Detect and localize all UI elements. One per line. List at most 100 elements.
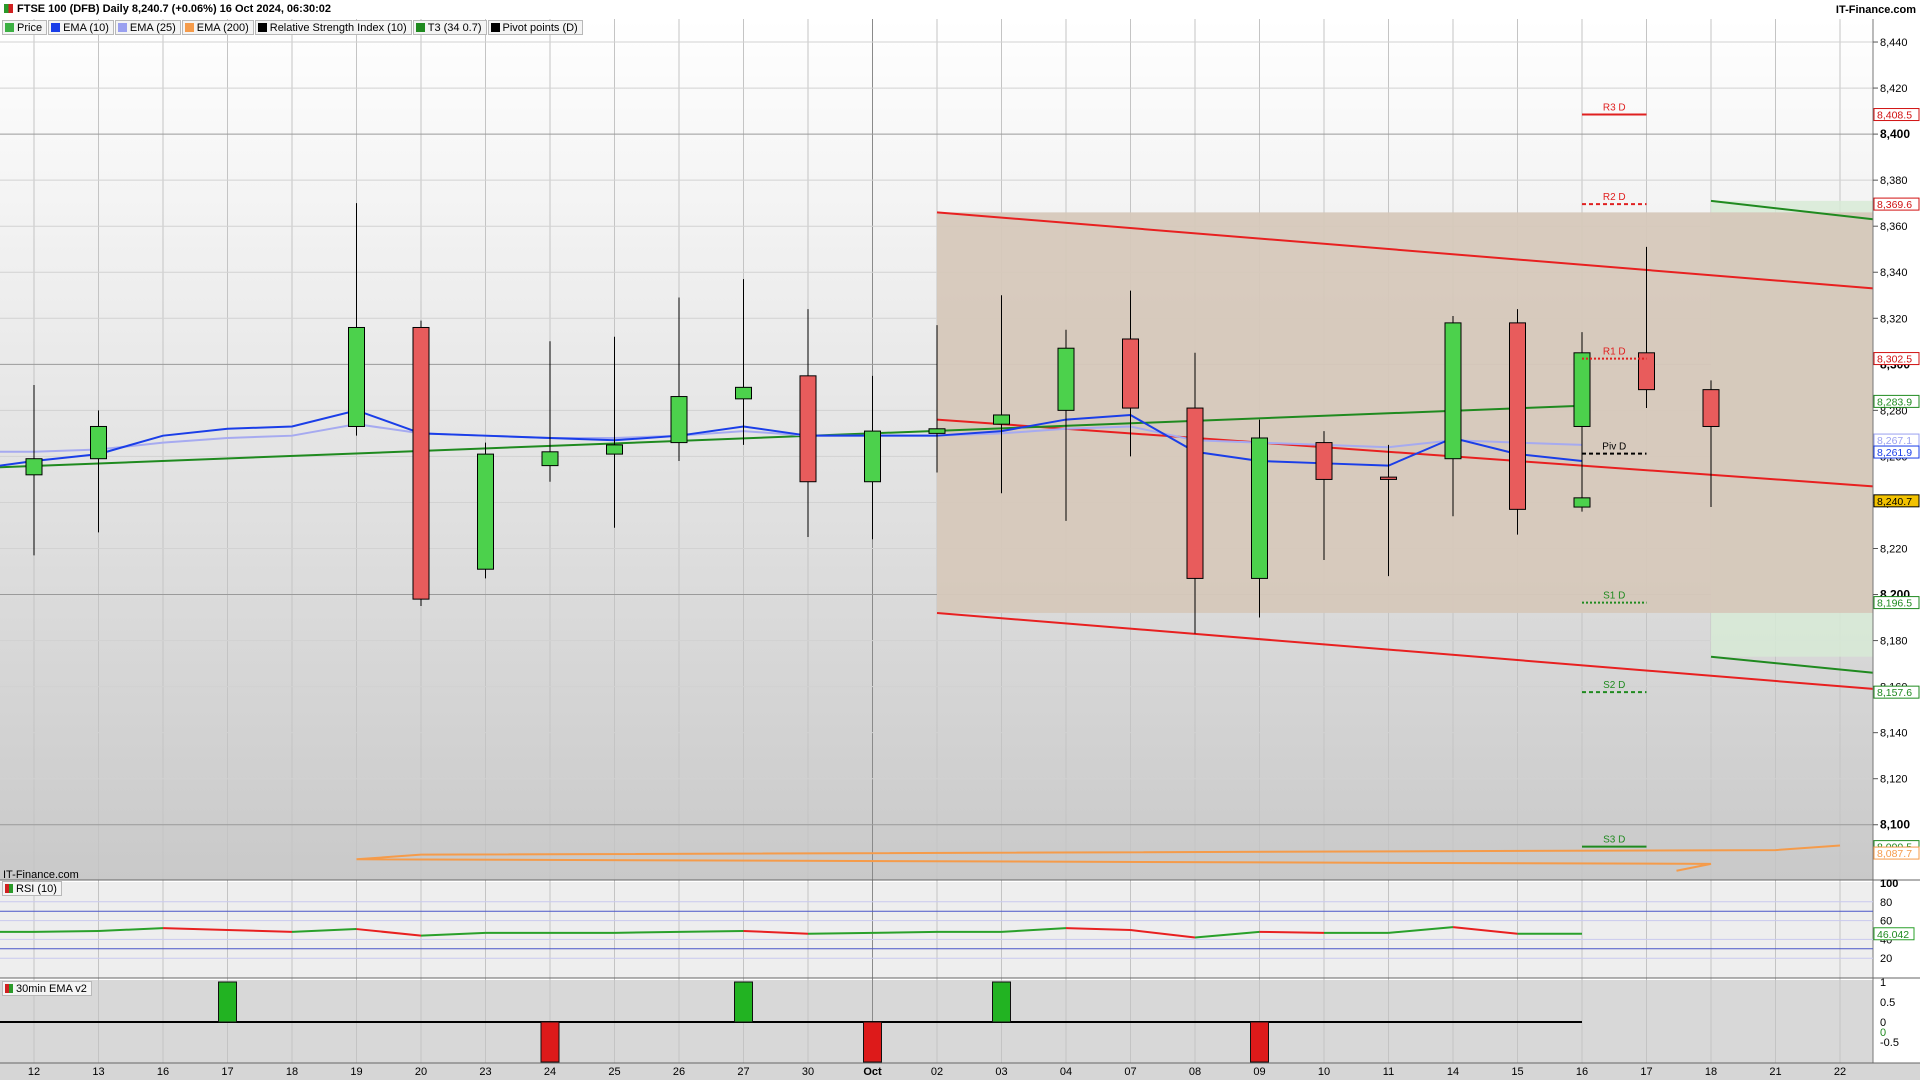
signal-bar-up	[218, 981, 237, 1023]
x-tick-label: 18	[1705, 1066, 1717, 1078]
candle	[1509, 322, 1526, 510]
rsi-tick-label: 60	[1880, 916, 1892, 928]
pivot-label: Piv D	[1602, 442, 1626, 453]
y-tick-label: 8,440	[1880, 37, 1908, 49]
candle	[412, 326, 430, 600]
x-tick-label: 17	[221, 1066, 233, 1078]
x-tick-label: 04	[1060, 1066, 1072, 1078]
y-tick-label: 8,120	[1880, 774, 1908, 786]
chart-canvas[interactable]: R3 D R2 D R1 D Piv D S1 D S2 D S3 D 8,100 8,120 8…	[0, 0, 1920, 1080]
chart-title: FTSE 100 (DFB) Daily 8,240.7 (+0.06%) 16…	[4, 3, 331, 15]
x-tick-label: 07	[1124, 1066, 1136, 1078]
signal-bar-up	[734, 981, 753, 1023]
rsi-pane-label[interactable]: RSI (10)	[2, 881, 62, 896]
candle	[348, 326, 365, 427]
legend-swatch	[117, 23, 127, 32]
y-tick-label: 8,360	[1880, 221, 1908, 233]
candle	[735, 386, 752, 400]
x-tick-label: 02	[931, 1066, 943, 1078]
x-tick-label: 11	[1383, 1066, 1394, 1078]
legend-item[interactable]: EMA (200)	[181, 20, 254, 35]
rsi-segment	[614, 930, 680, 934]
x-tick-label: 03	[995, 1066, 1007, 1078]
x-tick-label: 24	[544, 1066, 556, 1078]
legend-item[interactable]: Relative Strength Index (10)	[254, 20, 412, 35]
pivot-label: S1 D	[1603, 591, 1625, 602]
rsi-value-label: 46.042	[1877, 929, 1909, 941]
x-tick-label: 20	[415, 1066, 427, 1078]
pivot-label: R3 D	[1603, 103, 1626, 114]
candle	[477, 453, 494, 570]
x-tick-label: 09	[1253, 1066, 1265, 1078]
x-tick-label: 17	[1640, 1066, 1652, 1078]
price-tag-label: 8,157.6	[1877, 687, 1912, 699]
indicator-legend[interactable]: Price EMA (10) EMA (25) EMA (200) Relative S…	[2, 20, 584, 35]
x-tick-label: 16	[157, 1066, 169, 1078]
x-tick-label: 16	[1576, 1066, 1588, 1078]
ema-tick-label: 0.5	[1880, 997, 1895, 1009]
pivot-label: R2 D	[1603, 192, 1626, 203]
x-tick-label: 14	[1447, 1066, 1459, 1078]
y-tick-label: 8,380	[1880, 175, 1908, 187]
legend-swatch	[257, 23, 267, 32]
candle	[1573, 352, 1591, 427]
chart-logo-icon	[4, 4, 13, 13]
candle	[1122, 338, 1139, 409]
x-tick-label: 19	[350, 1066, 362, 1078]
legend-item[interactable]: EMA (25)	[114, 20, 181, 35]
candle	[864, 430, 881, 483]
y-tick-label: 8,400	[1880, 127, 1910, 141]
y-tick-label: 8,420	[1880, 83, 1908, 95]
candle	[1702, 389, 1720, 427]
signal-bar-down	[1250, 1021, 1269, 1063]
ema-pane-icon	[5, 984, 13, 993]
price-tag-label: 8,261.9	[1877, 447, 1912, 459]
legend-swatch	[490, 23, 500, 32]
brand-label: IT-Finance.com	[1835, 4, 1916, 16]
x-tick-label: 30	[802, 1066, 814, 1078]
x-tick-label: 10	[1318, 1066, 1330, 1078]
ema-pane-label[interactable]: 30min EMA v2	[2, 981, 92, 996]
candle	[1444, 322, 1462, 460]
chart-window: R3 D R2 D R1 D Piv D S1 D S2 D S3 D 8,100 8,120 8…	[0, 0, 1920, 1080]
x-tick-label: 22	[1834, 1066, 1846, 1078]
pivot-label: S3 D	[1603, 835, 1625, 846]
watermark-label: IT-Finance.com	[3, 869, 79, 881]
legend-item[interactable]: EMA (10)	[48, 20, 114, 35]
ema-tick-label: 1	[1880, 977, 1886, 989]
legend-item[interactable]: T3 (34 0.7)	[412, 20, 487, 35]
candle	[1380, 476, 1397, 480]
rsi-tick-label: 80	[1880, 897, 1892, 909]
legend-label: EMA (10)	[63, 21, 109, 34]
rsi-pane-icon	[5, 884, 13, 893]
legend-label: Price	[17, 21, 43, 34]
price-tag-label: 8,369.6	[1877, 199, 1912, 211]
legend-swatch	[415, 23, 425, 32]
candle	[799, 375, 817, 483]
price-tag-label: 8,087.7	[1877, 848, 1912, 860]
legend-item[interactable]: Price	[2, 20, 48, 35]
x-tick-label: 26	[673, 1066, 685, 1078]
ema-tick-label: -0.5	[1880, 1037, 1899, 1049]
legend-label: Pivot points (D)	[502, 21, 578, 34]
legend-item[interactable]: Pivot points (D)	[487, 20, 583, 35]
x-tick-label: 12	[28, 1066, 40, 1078]
x-tick-label: 27	[737, 1066, 749, 1078]
rsi-segment	[33, 929, 99, 933]
signal-bar-down	[540, 1021, 560, 1063]
pivot-label: S2 D	[1603, 680, 1625, 691]
x-tick-label: 18	[286, 1066, 298, 1078]
y-tick-label: 8,320	[1880, 313, 1908, 325]
legend-label: T3 (34 0.7)	[427, 21, 482, 34]
rsi-segment	[678, 929, 744, 933]
pivot-label: R1 D	[1603, 347, 1626, 358]
candle	[1251, 437, 1268, 579]
rsi-segment	[1259, 930, 1325, 934]
y-tick-label: 8,180	[1880, 636, 1908, 648]
legend-swatch	[5, 23, 14, 32]
price-tag-label: 8,408.5	[1877, 110, 1912, 122]
y-tick-label: 8,100	[1880, 818, 1910, 832]
legend-label: EMA (25)	[129, 21, 176, 34]
rsi-tick-label: 100	[1880, 878, 1898, 890]
candle	[606, 444, 623, 455]
